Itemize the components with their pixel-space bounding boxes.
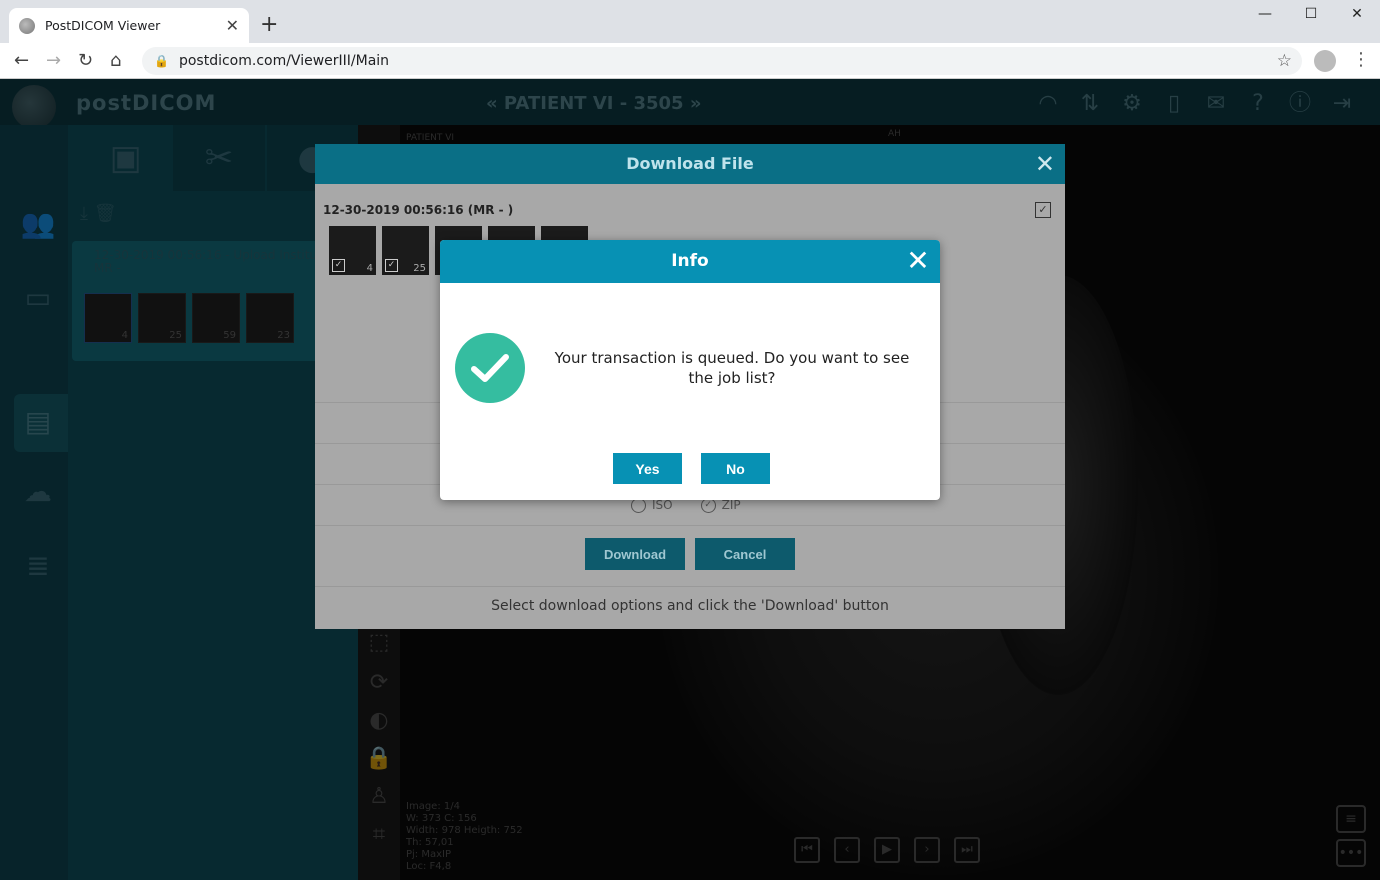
maximize-button[interactable]: ☐	[1288, 6, 1334, 26]
iso-radio[interactable]	[631, 498, 646, 513]
select-all-checkbox[interactable]: ✓	[1035, 202, 1051, 218]
info-buttons: Yes No	[613, 453, 770, 484]
minimize-button[interactable]: —	[1242, 6, 1288, 26]
download-thumbnail[interactable]: ✓ 25	[382, 226, 429, 275]
url-field[interactable]: 🔒 postdicom.com/ViewerIII/Main ☆	[142, 47, 1302, 75]
info-message: Your transaction is queued. Do you want …	[554, 349, 910, 387]
cancel-button[interactable]: Cancel	[695, 538, 795, 570]
info-dialog-title: Info	[671, 251, 709, 271]
address-bar: ← → ↻ ⌂ 🔒 postdicom.com/ViewerIII/Main ☆…	[0, 43, 1380, 79]
yes-button[interactable]: Yes	[613, 453, 682, 484]
tab-title: PostDICOM Viewer	[45, 18, 161, 33]
success-check-icon	[455, 333, 525, 403]
info-dialog: Info ✕ Your transaction is queued. Do yo…	[440, 240, 940, 500]
reload-icon[interactable]: ↻	[78, 50, 93, 71]
no-button[interactable]: No	[701, 453, 770, 484]
format-zip-option[interactable]: ✓ ZIP	[700, 498, 741, 513]
download-close-icon[interactable]: ✕	[1035, 150, 1055, 178]
browser-tabbar: PostDICOM Viewer ✕ + — ☐ ✕	[0, 0, 1380, 43]
bookmark-star-icon[interactable]: ☆	[1277, 51, 1292, 71]
close-window-button[interactable]: ✕	[1334, 6, 1380, 26]
format-options: ISO ✓ ZIP	[631, 498, 741, 513]
info-dialog-header: Info ✕	[440, 240, 940, 283]
browser-tab[interactable]: PostDICOM Viewer ✕	[9, 8, 249, 43]
divider	[315, 525, 1065, 526]
back-icon[interactable]: ←	[14, 50, 29, 71]
browser-menu-icon[interactable]: ⋮	[1352, 49, 1370, 70]
download-dialog-header: Download File ✕	[315, 144, 1065, 184]
download-button[interactable]: Download	[585, 538, 685, 570]
zip-radio[interactable]: ✓	[700, 498, 716, 513]
download-study-label: 12-30-2019 00:56:16 (MR - )	[323, 203, 514, 217]
url-text: postdicom.com/ViewerIII/Main	[178, 53, 390, 69]
favicon-icon	[19, 17, 35, 34]
download-footer-text: Select download options and click the 'D…	[491, 598, 889, 614]
download-buttons: Download Cancel	[585, 538, 795, 570]
download-thumbnail[interactable]: ✓ 4	[329, 226, 376, 275]
forward-icon[interactable]: →	[46, 50, 61, 71]
format-iso-option[interactable]: ISO	[631, 498, 673, 513]
tab-close-icon[interactable]: ✕	[226, 16, 239, 35]
home-icon[interactable]: ⌂	[110, 50, 121, 71]
lock-icon: 🔒	[154, 54, 169, 68]
profile-avatar[interactable]	[1314, 50, 1336, 72]
window-controls: — ☐ ✕	[1242, 6, 1380, 26]
download-dialog-title: Download File	[626, 154, 754, 173]
info-close-icon[interactable]: ✕	[906, 247, 930, 275]
divider	[315, 586, 1065, 587]
new-tab-button[interactable]: +	[260, 14, 278, 36]
